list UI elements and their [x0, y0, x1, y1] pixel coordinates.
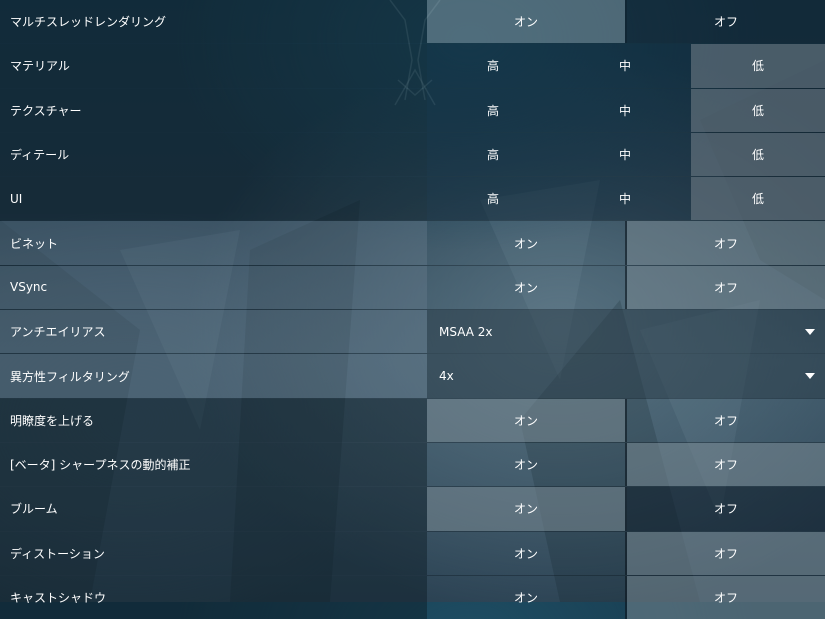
setting-label: [ベータ] シャープネスの動的補正	[0, 442, 427, 487]
setting-label: テクスチャー	[0, 88, 427, 132]
setting-row-multithread: マルチスレッドレンダリング オン オフ	[0, 0, 825, 44]
detail-option-1[interactable]: 中	[559, 133, 691, 176]
setting-options: オン オフ	[427, 398, 825, 442]
setting-row-sharpening: [ベータ] シャープネスの動的補正 オン オフ	[0, 441, 825, 487]
multithread-option-1[interactable]: オフ	[627, 0, 825, 44]
detail-option-2[interactable]: 低	[691, 132, 825, 177]
setting-row-ui: UI 高中低	[0, 176, 825, 221]
vignette-option-1[interactable]: オフ	[627, 221, 825, 265]
setting-options: 4x	[427, 354, 825, 398]
setting-label: キャストシャドウ	[0, 575, 427, 619]
setting-label: ビネット	[0, 221, 427, 265]
dropdown-value: MSAA 2x	[439, 324, 493, 339]
setting-row-material: マテリアル高中低	[0, 43, 825, 88]
material-option-1[interactable]: 中	[559, 44, 691, 87]
dropdown-value: 4x	[439, 369, 454, 384]
multithread-option-0[interactable]: オン	[427, 0, 625, 44]
bloom-option-0[interactable]: オン	[427, 487, 625, 531]
bloom-option-1[interactable]: オフ	[627, 487, 825, 531]
distortion-option-1[interactable]: オフ	[627, 531, 825, 575]
texture-option-1[interactable]: 中	[559, 89, 691, 132]
texture-option-2[interactable]: 低	[691, 88, 825, 132]
setting-options: オン オフ	[427, 0, 825, 44]
setting-label: 異方性フィルタリング	[0, 354, 427, 398]
distortion-option-0[interactable]: オン	[427, 532, 625, 575]
material-option-0[interactable]: 高	[427, 44, 559, 87]
caret-down-icon	[805, 373, 815, 380]
setting-label: マルチスレッドレンダリング	[0, 0, 427, 44]
vignette-option-0[interactable]: オン	[427, 221, 625, 264]
setting-label: ディテール	[0, 132, 427, 177]
setting-row-detail: ディテール高中低	[0, 131, 825, 177]
ui-option-1[interactable]: 中	[559, 177, 691, 220]
graphics-settings-list: マルチスレッドレンダリング オン オフ マテリアル高中低テクスチャー高中低ディテール高…	[0, 0, 825, 619]
clarity-option-0[interactable]: オン	[427, 398, 625, 442]
setting-label: アンチエイリアス	[0, 310, 427, 354]
detail-option-0[interactable]: 高	[427, 133, 559, 176]
setting-options: 高中低	[427, 44, 825, 88]
texture-option-0[interactable]: 高	[427, 89, 559, 132]
setting-label: マテリアル	[0, 44, 427, 88]
ui-option-2[interactable]: 低	[691, 177, 825, 221]
setting-row-anisotropic: 異方性フィルタリング 4x	[0, 353, 825, 398]
material-option-2[interactable]: 低	[691, 44, 825, 88]
antialias-dropdown[interactable]: MSAA 2x	[427, 310, 825, 354]
setting-options: オン オフ	[427, 575, 825, 619]
setting-row-texture: テクスチャー高中低	[0, 87, 825, 132]
setting-options: オン オフ	[427, 531, 825, 575]
castshadow-option-1[interactable]: オフ	[627, 575, 825, 619]
setting-label: ブルーム	[0, 487, 427, 531]
anisotropic-dropdown[interactable]: 4x	[427, 354, 825, 398]
setting-options: オン オフ	[427, 442, 825, 487]
castshadow-option-0[interactable]: オン	[427, 576, 625, 619]
ui-option-0[interactable]: 高	[427, 177, 559, 220]
setting-options: 高中低	[427, 177, 825, 221]
sharpening-option-0[interactable]: オン	[427, 443, 625, 486]
caret-down-icon	[805, 328, 815, 335]
clarity-option-1[interactable]: オフ	[627, 399, 825, 442]
setting-label: 明瞭度を上げる	[0, 398, 427, 442]
setting-row-distortion: ディストーション オン オフ	[0, 530, 825, 575]
setting-options: 高中低	[427, 132, 825, 177]
setting-row-bloom: ブルーム オン オフ	[0, 486, 825, 531]
vsync-option-1[interactable]: オフ	[627, 265, 825, 310]
setting-options: 高中低	[427, 88, 825, 132]
setting-options: オン オフ	[427, 487, 825, 531]
setting-row-vignette: ビネット オン オフ	[0, 220, 825, 265]
setting-label: ディストーション	[0, 531, 427, 575]
setting-row-antialias: アンチエイリアス MSAA 2x	[0, 309, 825, 354]
setting-options: オン オフ	[427, 221, 825, 265]
setting-options: MSAA 2x	[427, 310, 825, 354]
setting-options: オン オフ	[427, 265, 825, 310]
setting-row-clarity: 明瞭度を上げる オン オフ	[0, 397, 825, 442]
setting-label: VSync	[0, 265, 427, 310]
sharpening-option-1[interactable]: オフ	[627, 442, 825, 487]
vsync-option-0[interactable]: オン	[427, 266, 625, 309]
setting-row-vsync: VSync オン オフ	[0, 264, 825, 310]
setting-label: UI	[0, 177, 427, 221]
setting-row-castshadow: キャストシャドウ オン オフ	[0, 574, 825, 619]
